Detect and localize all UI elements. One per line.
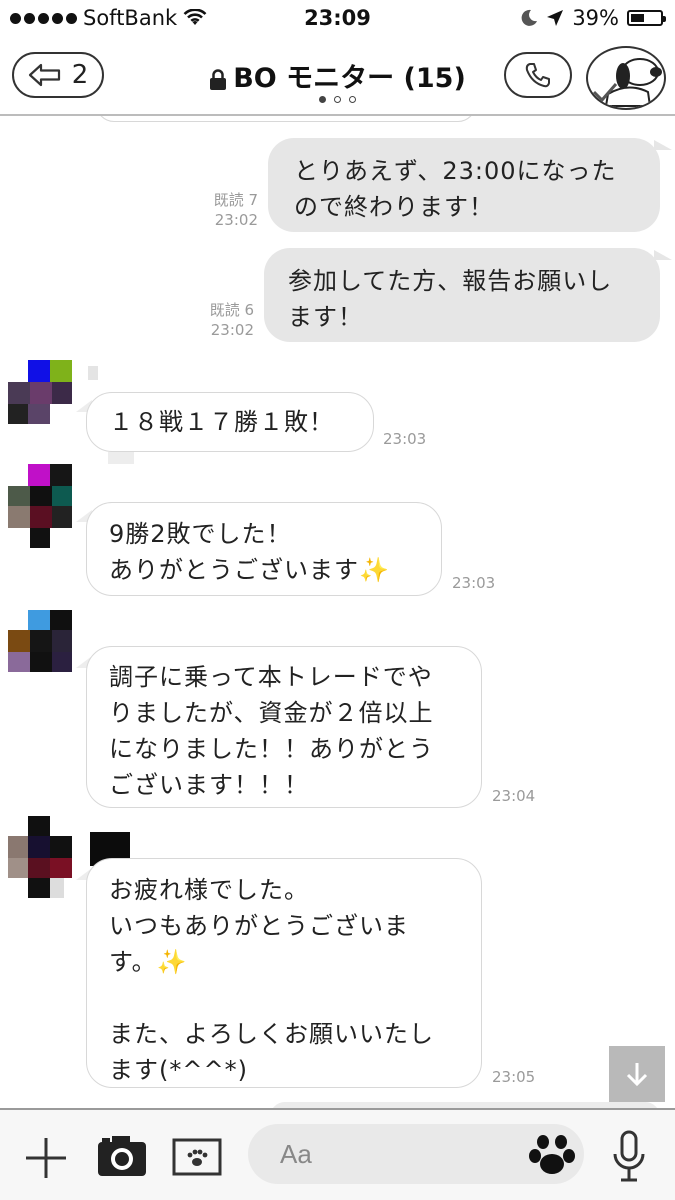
read-receipt: 既読 7 bbox=[213, 191, 258, 209]
sticker-paw-icon bbox=[529, 1135, 575, 1174]
add-button[interactable] bbox=[24, 1136, 68, 1180]
plus-icon bbox=[26, 1138, 66, 1178]
group-avatar-icon[interactable] bbox=[586, 46, 666, 110]
message-time: 23:04 bbox=[492, 787, 536, 805]
status-bar: SoftBank 23:09 39% bbox=[0, 0, 675, 38]
message-meta: 既読 6 23:02 bbox=[186, 300, 254, 340]
phone-icon bbox=[525, 63, 550, 88]
sender-name-redacted bbox=[108, 452, 134, 464]
chat-area[interactable]: 既読 7 23:02 とりあえず、23:00になった ので終わります！ 既読 6… bbox=[0, 116, 675, 1108]
page-indicator bbox=[0, 96, 675, 103]
sender-avatar[interactable] bbox=[8, 464, 72, 548]
camera-icon bbox=[98, 1136, 146, 1176]
message-bubble-incoming[interactable]: １８戦１７勝１敗！ bbox=[86, 392, 374, 452]
chat-title[interactable]: BO モニター (15) bbox=[0, 56, 675, 95]
sender-avatar[interactable] bbox=[8, 816, 72, 898]
camera-button[interactable] bbox=[96, 1132, 148, 1178]
input-bar: Aa bbox=[0, 1108, 675, 1200]
message-time: 23:03 bbox=[383, 430, 427, 448]
photo-button[interactable] bbox=[172, 1138, 222, 1176]
message-time: 23:05 bbox=[492, 1068, 536, 1086]
lock-icon bbox=[210, 68, 227, 90]
chat-title-text: BO モニター (15) bbox=[233, 63, 466, 94]
mic-icon bbox=[613, 1130, 645, 1182]
moon-icon bbox=[521, 9, 538, 26]
message-bubble-incoming[interactable]: お疲れ様でした。 いつもありがとうございま す。✨ また、よろしくお願いいたし … bbox=[86, 858, 482, 1088]
down-arrow-icon bbox=[626, 1063, 648, 1087]
message-meta: 既読 7 23:02 bbox=[190, 190, 258, 230]
call-button[interactable] bbox=[504, 52, 572, 98]
message-bubble-outgoing[interactable]: 参加してた方、報告お願いし ます！ bbox=[264, 248, 660, 342]
sender-avatar[interactable] bbox=[8, 610, 72, 674]
sticker-button[interactable] bbox=[526, 1134, 578, 1178]
photo-icon bbox=[172, 1138, 222, 1176]
message-time: 23:02 bbox=[214, 211, 258, 229]
scroll-down-button[interactable] bbox=[609, 1046, 665, 1102]
chat-header: 2 BO モニター (15) bbox=[0, 38, 675, 116]
sender-avatar[interactable] bbox=[8, 360, 72, 424]
bubble-tail bbox=[654, 140, 672, 150]
read-receipt: 既読 6 bbox=[209, 301, 254, 319]
message-bubble-outgoing[interactable]: とりあえず、23:00になった ので終わります！ bbox=[268, 138, 660, 232]
battery-percent: 39% bbox=[572, 6, 619, 30]
message-time: 23:02 bbox=[210, 321, 254, 339]
message-time: 23:03 bbox=[452, 574, 496, 592]
message-bubble-incoming[interactable]: 9勝2敗でした！ ありがとうございます✨ bbox=[86, 502, 442, 596]
status-right: 39% bbox=[520, 6, 666, 30]
previous-bubble-partial bbox=[96, 116, 476, 122]
battery-icon bbox=[627, 10, 666, 26]
bubble-tail bbox=[654, 250, 672, 260]
sender-name-redacted bbox=[88, 366, 98, 380]
location-arrow-icon bbox=[547, 10, 564, 26]
message-bubble-incoming[interactable]: 調子に乗って本トレードでや りましたが、資金が２倍以上 になりました！！ありがと… bbox=[86, 646, 482, 808]
voice-button[interactable] bbox=[612, 1130, 646, 1184]
